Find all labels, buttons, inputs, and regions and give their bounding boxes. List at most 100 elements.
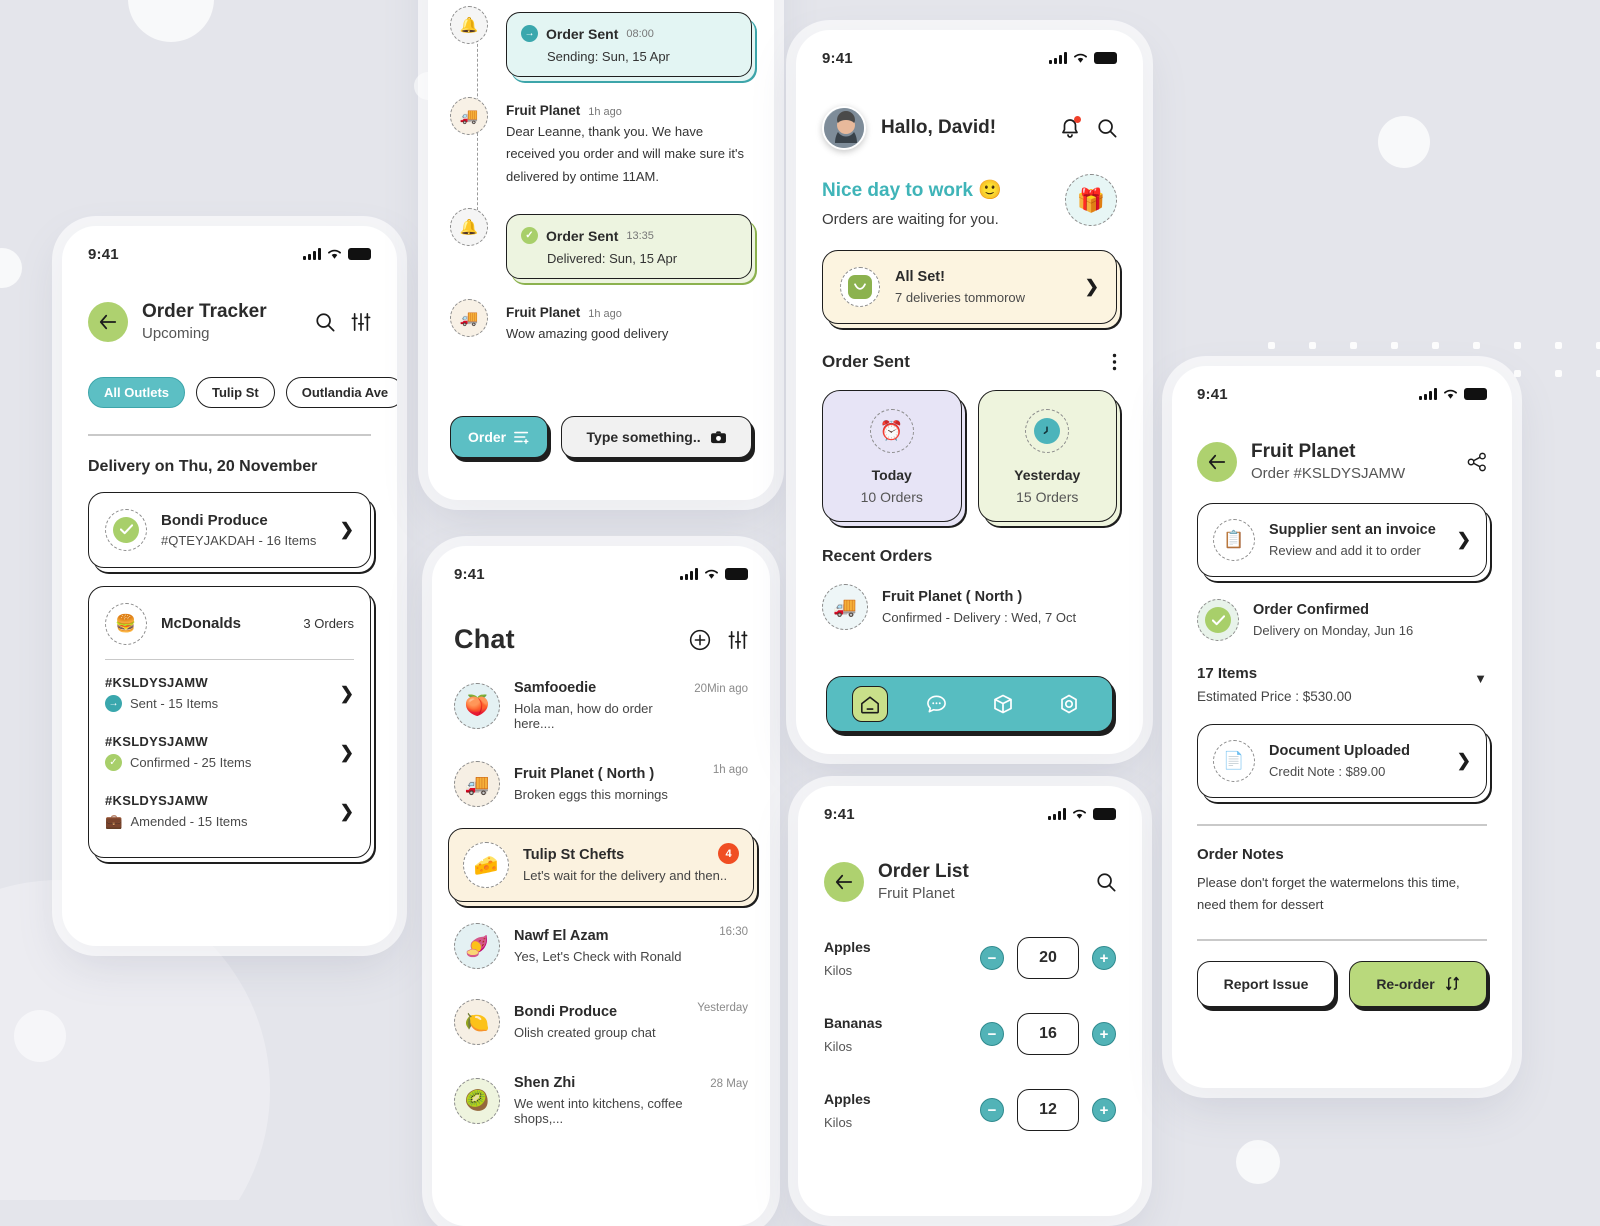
quantity-value[interactable]: 12 [1017,1089,1079,1132]
chevron-right-icon[interactable]: ❯ [1457,530,1471,550]
smiley-icon: 🙂 [978,180,1002,201]
outlet-filter-chips: All Outlets Tulip St Outlandia Ave [88,377,397,409]
all-set-card[interactable]: All Set! 7 deliveries tommorow ❯ [822,250,1117,324]
battery-icon [348,248,371,260]
chip-all-outlets[interactable]: All Outlets [88,377,186,409]
order-id: Order #KSLDYSJAMW [1251,464,1406,482]
increment-button[interactable]: + [1092,946,1116,971]
list-item[interactable]: 🍠 Nawf El Azam Yes, Let's Check with Ron… [454,908,748,984]
plus-circle-icon[interactable] [689,629,711,651]
quantity-stepper: − 16 + [980,1013,1116,1056]
phone-order-detail: 9:41 Fruit Planet Order #KSLDYSJAMW 📋 Su… [1172,366,1512,1088]
chevron-right-icon[interactable]: ❯ [340,520,354,540]
chip-tulip-st[interactable]: Tulip St [196,377,275,409]
home-header: Hallo, David! [822,106,1117,150]
wifi-icon [1072,808,1087,820]
back-button[interactable] [88,301,128,342]
timeline-event-order-sent-2: 🔔 ✓ Order Sent 13:35 Delivered: Sun, 15 … [450,208,752,280]
list-item[interactable]: 🥝 Shen Zhi We went into kitchens, coffee… [454,1060,748,1141]
truck-icon: 🚚 [450,299,488,338]
decrement-button[interactable]: − [980,1022,1004,1047]
chip-outlandia-ave[interactable]: Outlandia Ave [285,377,397,409]
status-time: 9:41 [824,805,855,823]
order-list-header: Order List Fruit Planet [824,860,1116,903]
status-icons [1419,388,1487,400]
chat-preview: Broken eggs this mornings [514,787,668,802]
order-sent-card-today[interactable]: ⏰ Today 10 Orders [822,390,962,522]
notes-body: Please don't forget the watermelons this… [1197,874,1460,913]
unread-badge: 4 [718,843,739,864]
decrement-button[interactable]: − [980,1098,1004,1123]
chevron-right-icon[interactable]: ❯ [340,684,354,704]
table-row[interactable]: #KSLDYSJAMW → Sent - 15 Items ❯ [105,664,354,723]
nav-package-icon[interactable] [985,686,1021,722]
list-item[interactable]: 🚚 Fruit Planet ( North ) Broken eggs thi… [454,746,748,822]
order-card-bondi-produce[interactable]: Bondi Produce #QTEYJAKDAH - 16 Items ❯ [88,491,371,568]
list-item[interactable]: 🚚 Fruit Planet ( North ) Confirmed - Del… [822,584,1117,630]
chat-time: 20Min ago [694,683,748,695]
chevron-right-icon[interactable]: ❯ [1085,277,1099,297]
caret-down-icon[interactable]: ▼ [1474,671,1487,686]
event-bubble[interactable]: ✓ Order Sent 13:35 Delivered: Sun, 15 Ap… [506,214,752,280]
order-detail-actions: Report Issue Re-order [1197,960,1487,1007]
kebab-menu-icon[interactable] [1112,353,1117,371]
document-card[interactable]: 📄 Document Uploaded Credit Note : $89.00… [1197,724,1487,799]
order-sent-card-yesterday[interactable]: Yesterday 15 Orders [977,390,1117,522]
quantity-value[interactable]: 20 [1017,937,1079,980]
chevron-right-icon[interactable]: ❯ [340,743,354,763]
all-set-title: All Set! [895,269,945,285]
signal-icon [1048,808,1066,820]
nav-chat-icon[interactable] [918,686,954,722]
bg-circle [0,248,22,288]
camera-icon[interactable] [710,430,727,444]
avatar[interactable] [822,106,866,150]
back-button[interactable] [824,861,864,902]
reorder-button[interactable]: Re-order [1349,960,1487,1007]
chevron-right-icon[interactable]: ❯ [1457,751,1471,771]
order-confirmed-row: Order Confirmed Delivery on Monday, Jun … [1197,599,1487,642]
list-item[interactable]: 🍑 Samfooedie Hola man, how do order here… [454,665,748,746]
card-label: Today [871,467,912,483]
order-button[interactable]: Order [450,416,549,458]
document-icon: 📄 [1213,740,1255,783]
order-item-row: Apples Kilos − 20 + [824,937,1116,980]
notification-dot [1074,115,1081,123]
increment-button[interactable]: + [1092,1098,1116,1123]
chat-preview: Hola man, how do order here.... [514,701,653,731]
bottom-navigation [826,676,1113,732]
search-icon[interactable] [1096,872,1116,892]
decrement-button[interactable]: − [980,946,1004,971]
list-item-highlighted[interactable]: 🧀 Tulip St Chefts Let's wait for the del… [448,828,754,902]
status-icons [1048,808,1116,820]
chat-rows: 🍑 Samfooedie Hola man, how do order here… [448,665,754,1141]
table-row[interactable]: #KSLDYSJAMW ✓ Confirmed - 25 Items ❯ [105,723,354,782]
filter-sliders-icon[interactable] [351,312,371,332]
nav-home-icon[interactable] [852,686,889,722]
order-item-row: Apples Kilos − 12 + [824,1089,1116,1132]
table-row[interactable]: #KSLDYSJAMW 💼 Amended - 15 Items ❯ [105,782,354,841]
nav-settings-icon[interactable] [1051,686,1087,722]
item-unit: Kilos [824,1114,853,1130]
status-bar: 9:41 [822,30,1117,76]
message-input[interactable]: Type something.. [561,416,752,458]
invoice-card[interactable]: 📋 Supplier sent an invoice Review and ad… [1197,503,1487,578]
report-issue-button[interactable]: Report Issue [1197,960,1335,1007]
bg-circle [1378,116,1430,168]
back-button[interactable] [1197,441,1237,482]
message-time: 1h ago [588,106,622,118]
gift-icon[interactable]: 🎁 [1065,174,1117,226]
chevron-right-icon[interactable]: ❯ [340,802,354,822]
list-item[interactable]: 🍋 Bondi Produce Olish created group chat… [454,984,748,1060]
bell-icon[interactable] [1060,115,1081,139]
event-title: Order Sent [546,25,619,42]
filter-sliders-icon[interactable] [728,630,748,650]
search-icon[interactable] [315,312,335,332]
event-bubble[interactable]: → Order Sent 08:00 Sending: Sun, 15 Apr [506,12,752,77]
search-icon[interactable] [1097,118,1117,138]
quantity-value[interactable]: 16 [1017,1013,1079,1056]
status-bar: 9:41 [1197,366,1487,412]
share-icon[interactable] [1467,452,1487,472]
confirmed-title: Order Confirmed [1253,602,1370,619]
increment-button[interactable]: + [1092,1022,1116,1047]
chat-header: Chat [454,624,748,655]
